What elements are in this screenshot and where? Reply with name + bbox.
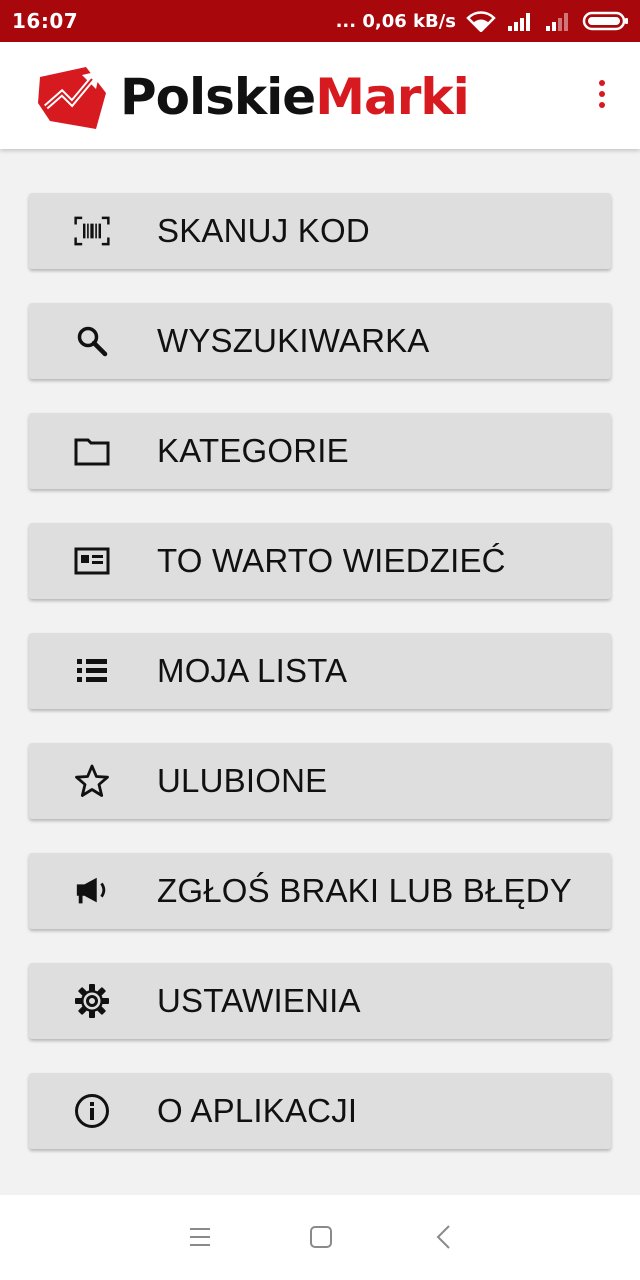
menu-item-label: MOJA LISTA — [157, 652, 348, 689]
status-time: 16:07 — [12, 9, 79, 33]
megaphone-icon — [74, 873, 110, 909]
logo-text-polskie: Polskie — [120, 68, 316, 126]
list-icon — [74, 653, 110, 689]
menu-item-label: WYSZUKIWARKA — [157, 322, 430, 359]
main-menu: SKANUJ KOD WYSZUKIWARKA KATEGORIE TO WAR… — [29, 193, 611, 1149]
search-icon — [74, 323, 110, 359]
star-icon — [74, 763, 110, 799]
gear-icon — [74, 983, 110, 1019]
article-icon — [74, 543, 110, 579]
menu-item-label: SKANUJ KOD — [157, 212, 370, 249]
back-icon[interactable] — [424, 1217, 464, 1257]
favorites-button[interactable]: ULUBIONE — [29, 743, 611, 819]
my-list-button[interactable]: MOJA LISTA — [29, 633, 611, 709]
system-nav-bar — [0, 1195, 640, 1280]
signal-weak-icon — [546, 13, 568, 31]
info-icon — [74, 1093, 110, 1129]
network-speed: ... 0,06 kB/s — [335, 10, 456, 32]
home-square-icon[interactable] — [301, 1217, 341, 1257]
menu-item-label: ZGŁOŚ BRAKI LUB BŁĘDY — [157, 872, 573, 909]
barcode-scan-icon — [74, 213, 110, 249]
about-app-button[interactable]: O APLIKACJI — [29, 1073, 611, 1149]
categories-button[interactable]: KATEGORIE — [29, 413, 611, 489]
battery-icon — [582, 11, 628, 31]
app-header: PolskieMarki — [0, 42, 640, 149]
menu-item-label: USTAWIENIA — [157, 982, 361, 1019]
worth-knowing-button[interactable]: TO WARTO WIEDZIEĆ — [29, 523, 611, 599]
app-logo: PolskieMarki — [36, 62, 470, 132]
status-bar: 16:07 ... 0,06 kB/s — [0, 0, 640, 42]
scan-code-button[interactable]: SKANUJ KOD — [29, 193, 611, 269]
wifi-icon — [466, 11, 496, 32]
logo-text-marki: Marki — [315, 68, 470, 126]
report-issues-button[interactable]: ZGŁOŚ BRAKI LUB BŁĘDY — [29, 853, 611, 929]
settings-button[interactable]: USTAWIENIA — [29, 963, 611, 1039]
menu-item-label: KATEGORIE — [157, 432, 349, 469]
logo-mark-icon — [38, 67, 106, 129]
logo-text: PolskieMarki — [120, 72, 470, 122]
folder-icon — [74, 433, 110, 469]
menu-icon[interactable] — [180, 1217, 220, 1257]
menu-item-label: O APLIKACJI — [157, 1092, 358, 1129]
search-button[interactable]: WYSZUKIWARKA — [29, 303, 611, 379]
status-icons: ... 0,06 kB/s — [336, 8, 630, 34]
signal-icon — [508, 13, 530, 31]
menu-item-label: ULUBIONE — [157, 762, 328, 799]
menu-item-label: TO WARTO WIEDZIEĆ — [157, 542, 506, 579]
more-vert-icon[interactable] — [588, 74, 616, 114]
